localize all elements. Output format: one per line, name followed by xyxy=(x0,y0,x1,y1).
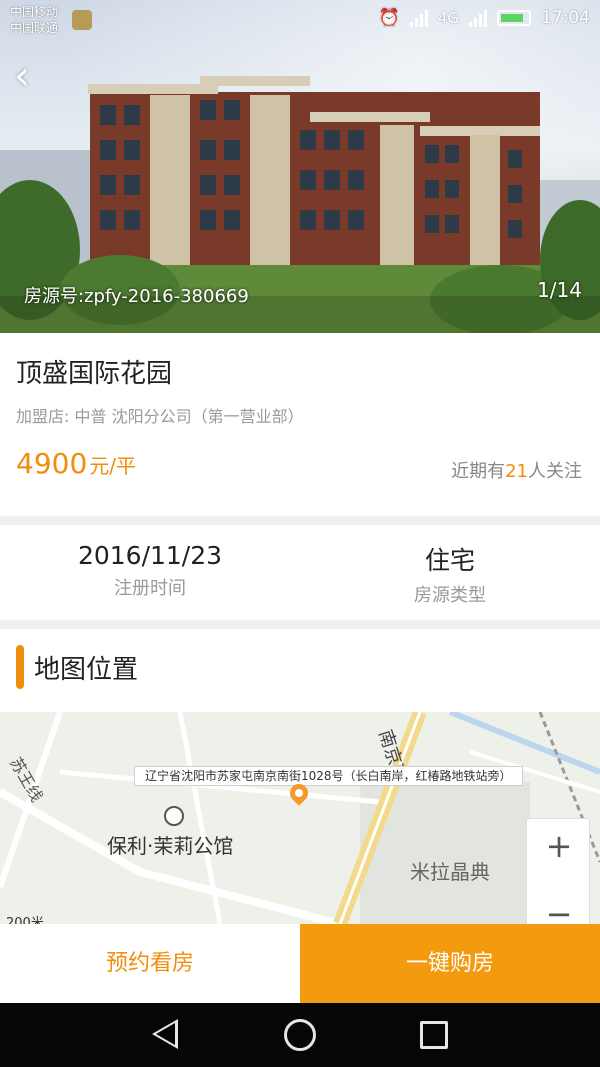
signal-icon xyxy=(409,9,428,27)
one-click-buy-button[interactable]: 一键购房 xyxy=(300,924,600,1003)
price-value: 4900 xyxy=(16,447,88,480)
battery-icon xyxy=(497,10,531,26)
book-viewing-button[interactable]: 预约看房 xyxy=(0,924,300,1003)
listing-title: 顶盛国际花园 xyxy=(16,359,173,389)
map-section-title: 地图位置 xyxy=(34,655,139,685)
map-scale: 200米 xyxy=(6,916,44,924)
zoom-in-button[interactable]: + xyxy=(527,827,591,865)
property-photo[interactable]: 中国移动 中国联通 ⏰ 4G 17:04 ‹ 房源号:zpfy-2016-380… xyxy=(0,0,600,333)
listing-stats: 2016/11/23 注册时间 住宅 房源类型 xyxy=(0,525,600,620)
stat-house-type: 住宅 房源类型 xyxy=(300,541,600,607)
carrier-2: 中国联通 xyxy=(10,21,59,35)
zoom-control: + − xyxy=(526,818,590,924)
nav-recent-apps-icon[interactable] xyxy=(420,1021,448,1049)
price-unit: 元/平 xyxy=(89,454,137,478)
nav-home-icon[interactable] xyxy=(284,1019,316,1051)
location-map[interactable]: 苏王线 南京南 辽宁省沈阳市苏家屯南京南街1028号（长白南岸，红椿路地铁站旁）… xyxy=(0,712,600,924)
carrier-1: 中国移动 xyxy=(10,5,59,19)
zoom-out-button[interactable]: − xyxy=(527,895,591,924)
stat-register-date: 2016/11/23 注册时间 xyxy=(0,541,300,600)
status-icons: ⏰ 4G 17:04 xyxy=(379,8,590,28)
stat-value: 2016/11/23 xyxy=(77,541,223,570)
stat-label: 注册时间 xyxy=(114,578,186,599)
attention-prefix: 近期有 xyxy=(451,461,506,482)
action-bar: 预约看房 一键购房 xyxy=(0,924,600,1003)
map-section-header: 地图位置 xyxy=(0,629,600,712)
address-callout: 辽宁省沈阳市苏家屯南京南街1028号（长白南岸，红椿路地铁站旁） xyxy=(134,766,523,786)
map-roads xyxy=(0,712,600,924)
stat-label: 房源类型 xyxy=(414,585,486,606)
nav-back-icon-inner xyxy=(156,1023,175,1045)
alarm-icon: ⏰ xyxy=(378,8,400,28)
price: 4900 元/平 xyxy=(16,447,136,480)
attention-count: 近期有21人关注 xyxy=(451,457,582,483)
listing-info-card: 顶盛国际花园 加盟店: 中普 沈阳分公司（第一营业部） 4900 元/平 近期有2… xyxy=(0,333,600,516)
back-button[interactable]: ‹ xyxy=(14,56,44,98)
branch-name: 加盟店: 中普 沈阳分公司（第一营业部） xyxy=(16,407,304,426)
stat-value: 住宅 xyxy=(424,546,475,575)
attention-number: 21 xyxy=(505,461,528,482)
house-code: 房源号:zpfy-2016-380669 xyxy=(24,286,249,307)
system-navigation-bar xyxy=(0,1003,600,1067)
app-screen: 中国移动 中国联通 ⏰ 4G 17:04 ‹ 房源号:zpfy-2016-380… xyxy=(0,0,600,1067)
carrier-labels: 中国移动 中国联通 xyxy=(10,4,58,36)
chevron-left-icon: ‹ xyxy=(14,53,30,99)
building-poi-icon xyxy=(164,806,184,826)
attention-suffix: 人关注 xyxy=(528,461,582,482)
status-bar: 中国移动 中国联通 ⏰ 4G 17:04 xyxy=(0,0,600,40)
signal-icon-2 xyxy=(469,9,487,27)
poi-label: 保利·茉莉公馆 xyxy=(107,834,234,858)
poi-label: 米拉晶典 xyxy=(410,860,490,884)
app-notification-icon xyxy=(72,10,92,30)
photo-counter: 1/14 xyxy=(537,278,582,302)
section-accent-bar xyxy=(16,645,24,689)
network-type-label: 4G xyxy=(437,9,459,27)
clock: 17:04 xyxy=(541,8,590,28)
